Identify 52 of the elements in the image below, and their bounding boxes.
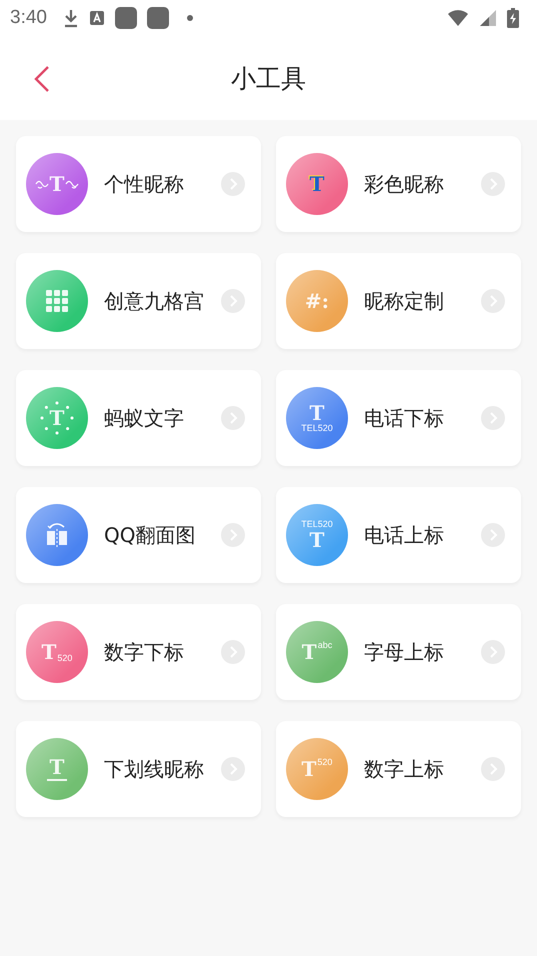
status-time: 3:40 [10,7,47,29]
keyboard-icon [88,10,105,26]
icon-label: 520 [57,654,72,663]
tool-card[interactable]: T 蚂蚁文字 [16,370,261,466]
tool-label: 字母上标 [364,638,445,666]
tool-label: 昵称定制 [364,288,445,314]
more-notifications-icon [186,15,193,21]
tool-card[interactable]: T TEL520 电话下标 [276,370,521,466]
tool-card[interactable]: 创意九格宫 [16,253,261,349]
flourish-icon [65,178,80,190]
icon-letter: T [50,408,64,428]
icon-letter: T [50,174,64,194]
tool-card[interactable]: T 彩色昵称 [276,136,521,232]
notification-icon [114,7,137,29]
tool-label: 数字下标 [104,638,185,666]
tool-card[interactable]: T520 数字下标 [16,604,261,700]
icon-letter: T [302,642,317,662]
tool-card[interactable]: T 下划线昵称 [16,721,261,817]
tool-card[interactable]: T 个性昵称 [16,136,261,232]
icon-label: 520 [317,758,332,767]
tool-card[interactable]: QQ翻面图 [16,487,261,583]
page-title: 小工具 [231,62,306,94]
grid-icon [46,290,68,312]
tool-label: 创意九格宫 [104,288,205,314]
icon-label: TEL520 [301,520,333,529]
tool-label: 彩色昵称 [364,170,445,198]
icon-letter: T [310,403,324,423]
tool-card[interactable]: #: 昵称定制 [276,253,521,349]
tool-label: QQ翻面图 [104,522,196,548]
back-icon[interactable] [34,65,50,93]
icon-label: abc [318,641,332,650]
flip-page-icon [44,520,70,550]
icon-letter: #: [304,291,330,311]
notification-icon [146,7,169,29]
flourish-icon [34,178,49,190]
tool-label: 电话下标 [364,404,445,432]
tool-label: 电话上标 [364,522,445,548]
tool-label: 数字上标 [364,756,445,782]
tool-label: 个性昵称 [104,170,185,198]
tool-label: 下划线昵称 [104,756,205,782]
signal-icon [479,9,497,27]
download-icon [62,8,79,28]
tool-card[interactable]: T TEL520 电话上标 [276,487,521,583]
tool-label: 蚂蚁文字 [104,404,185,432]
icon-letter: T [46,757,68,781]
icon-letter: T [310,174,324,194]
wifi-icon [447,9,469,27]
icon-letter: T [310,530,324,550]
battery-charging-icon [507,8,519,28]
icon-letter: T [42,642,56,662]
icon-letter: T [302,759,316,779]
icon-label: TEL520 [301,424,333,433]
